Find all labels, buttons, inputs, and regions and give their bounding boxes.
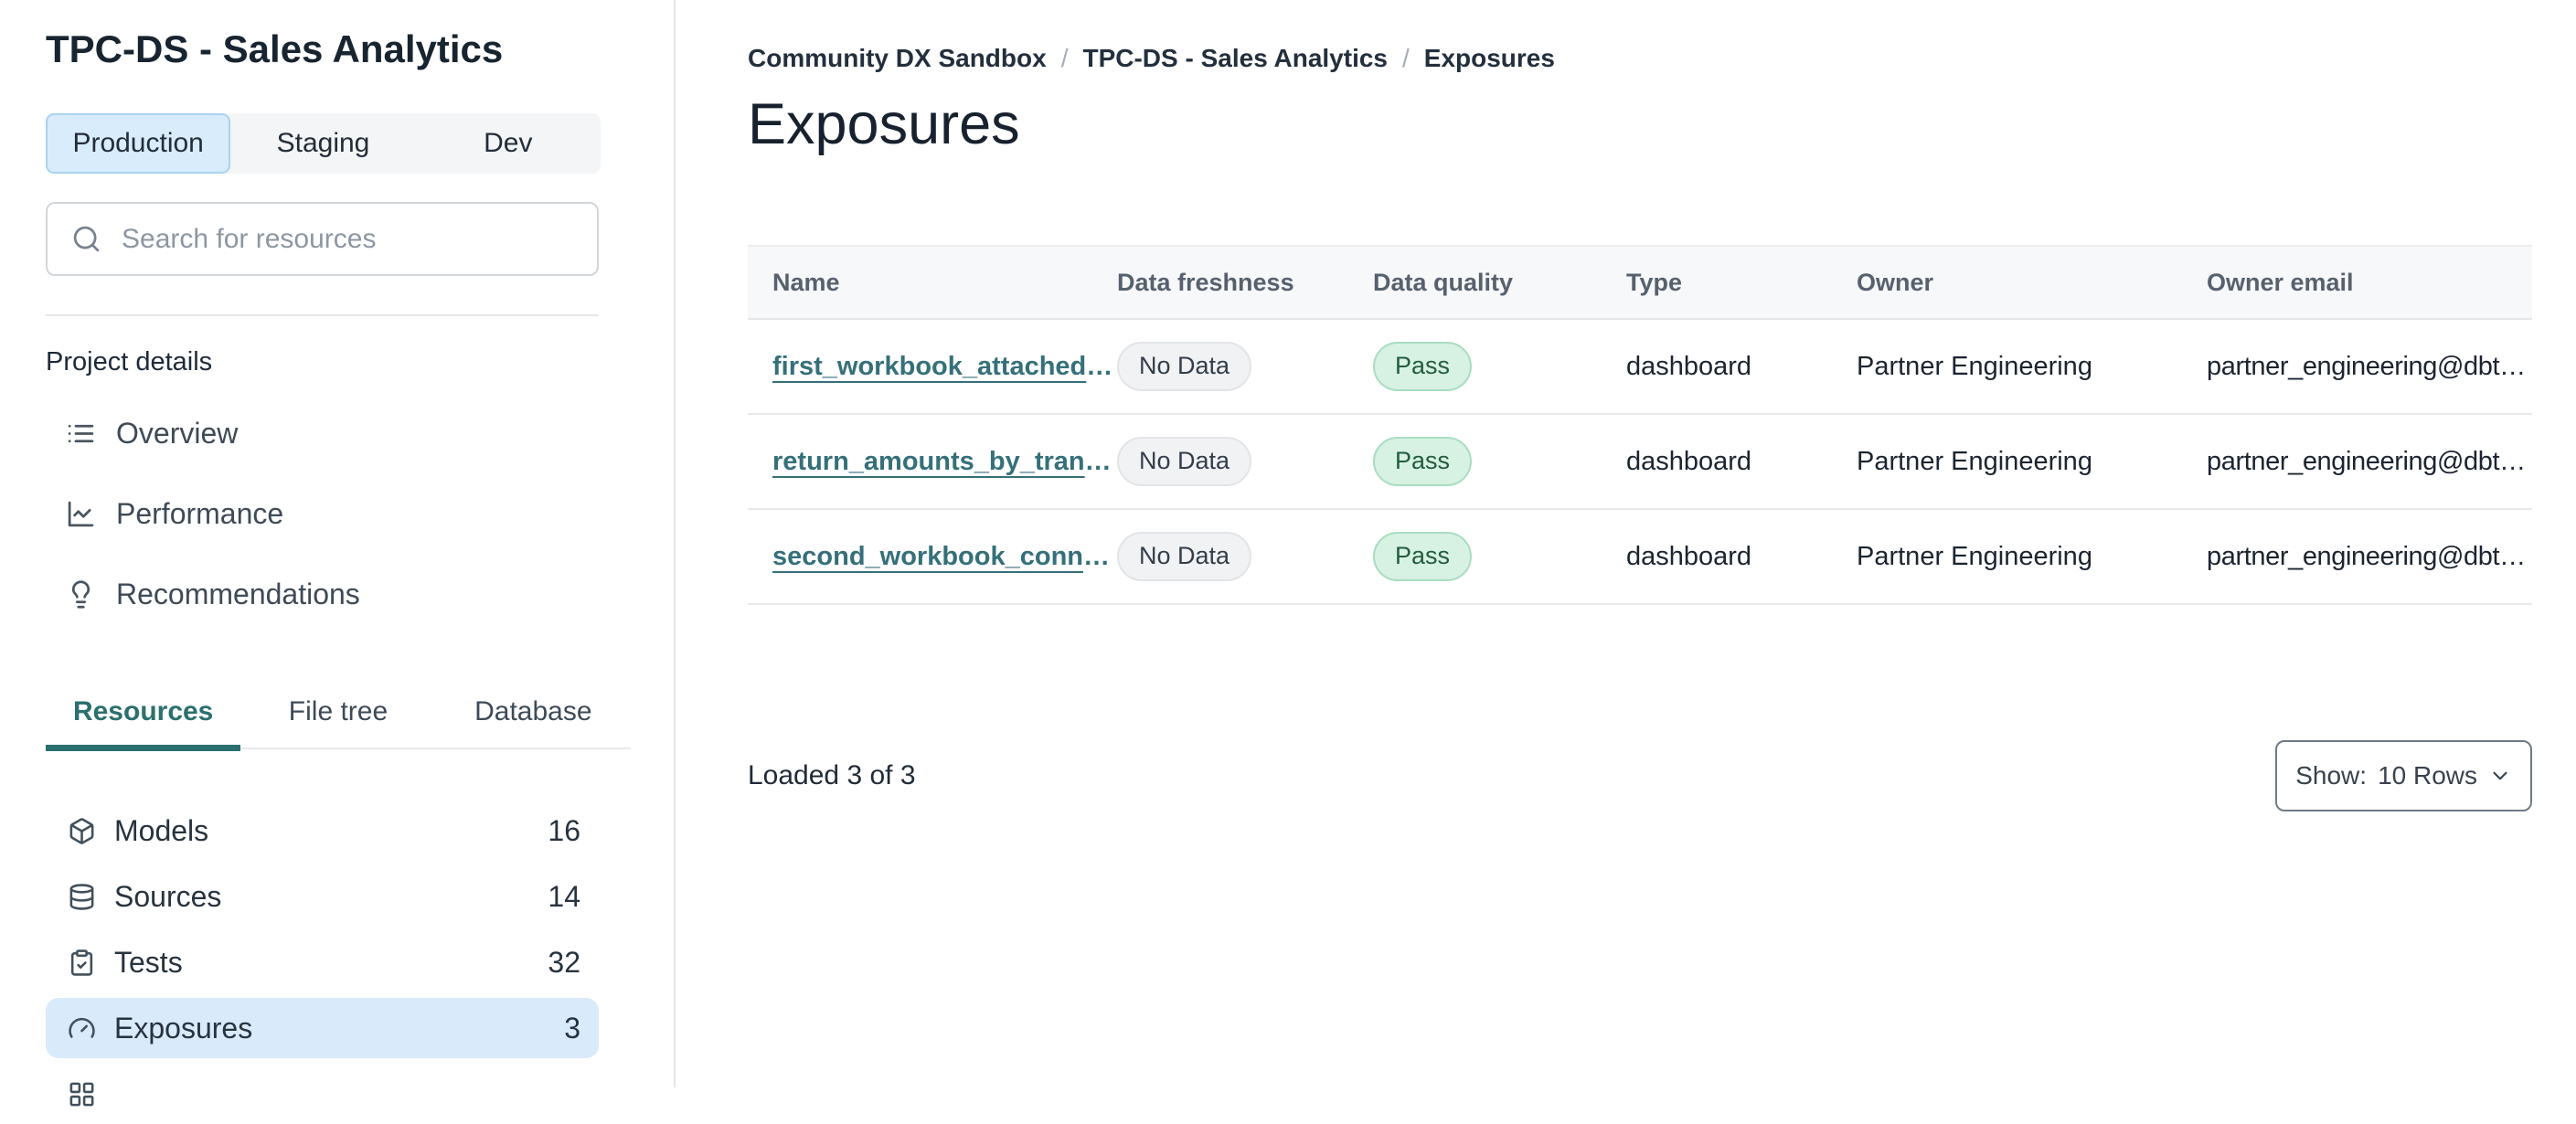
data-quality-badge: Pass xyxy=(1373,342,1473,391)
search-input[interactable] xyxy=(120,222,597,256)
table-row: second_workbook_conn… No Data Pass dashb… xyxy=(748,509,2532,605)
sidebar-item-label: Tests xyxy=(114,945,183,979)
database-icon xyxy=(69,883,94,910)
rows-per-page-select[interactable]: Show: 10 Rows xyxy=(2275,740,2532,811)
exposures-table: Name Data freshness Data quality Type Ow… xyxy=(748,245,2532,605)
breadcrumb-separator: / xyxy=(1060,44,1069,72)
sidebar-item-label: Models xyxy=(114,813,209,847)
breadcrumb-item-current: Exposures xyxy=(1423,44,1555,72)
data-freshness-badge: No Data xyxy=(1117,532,1252,581)
data-freshness-badge: No Data xyxy=(1117,342,1252,391)
column-header-type: Type xyxy=(1626,245,1857,320)
env-tab-production[interactable]: Production xyxy=(46,113,231,174)
sidebar-item-exposures[interactable]: Exposures 3 xyxy=(46,998,599,1058)
owner-email-cell: partner_engineering@dbt… xyxy=(2207,509,2532,605)
exposure-name-link[interactable]: first_workbook_attached… xyxy=(772,352,1112,381)
sidebar-item-label: Recommendations xyxy=(116,577,360,610)
loaded-status: Loaded 3 of 3 xyxy=(748,760,916,790)
environment-tabs: Production Staging Dev xyxy=(46,113,601,174)
exposure-name-link[interactable]: return_amounts_by_tran… xyxy=(772,447,1112,476)
sidebar-item-partial[interactable] xyxy=(46,1064,599,1124)
column-header-name: Name xyxy=(748,245,1117,320)
sidebar-item-recommendations[interactable]: Recommendations xyxy=(46,561,599,627)
sidebar-view-tabs: Resources File tree Database xyxy=(46,687,631,751)
sidebar-item-tests[interactable]: Tests 32 xyxy=(46,932,599,992)
gauge-icon xyxy=(69,1017,95,1038)
search-icon xyxy=(73,226,100,252)
show-label: Show: xyxy=(2295,761,2368,790)
chart-line-icon xyxy=(68,501,94,526)
page-title: Exposures xyxy=(748,92,1020,156)
column-header-owner-email: Owner email xyxy=(2207,245,2532,320)
breadcrumb: Community DX Sandbox / TPC-DS - Sales An… xyxy=(748,44,1555,73)
table-header-row: Name Data freshness Data quality Type Ow… xyxy=(748,245,2532,320)
sidebar-item-label: Overview xyxy=(116,416,239,450)
sidebar-item-label: Sources xyxy=(114,879,222,913)
table-footer: Loaded 3 of 3 Show: 10 Rows xyxy=(748,740,2532,811)
env-tab-staging[interactable]: Staging xyxy=(230,113,415,174)
exposure-name-link[interactable]: second_workbook_conn… xyxy=(772,542,1110,571)
sidebar-item-overview[interactable]: Overview xyxy=(46,400,599,466)
grid-icon xyxy=(69,1082,94,1106)
breadcrumb-item-account[interactable]: Community DX Sandbox xyxy=(748,44,1047,73)
breadcrumb-item-project[interactable]: TPC-DS - Sales Analytics xyxy=(1082,44,1388,73)
owner-cell: Partner Engineering xyxy=(1857,509,2207,605)
lightbulb-icon xyxy=(71,579,90,609)
type-cell: dashboard xyxy=(1626,319,1857,415)
search-box[interactable] xyxy=(46,202,599,276)
breadcrumb-separator: / xyxy=(1402,44,1410,72)
cube-icon xyxy=(69,817,94,844)
env-tab-dev[interactable]: Dev xyxy=(416,113,601,174)
sidebar-item-models[interactable]: Models 16 xyxy=(46,801,599,861)
sidebar-item-sources[interactable]: Sources 14 xyxy=(46,866,599,927)
clipboard-check-icon xyxy=(70,949,93,976)
list-icon xyxy=(68,424,94,442)
data-quality-badge: Pass xyxy=(1373,437,1473,486)
sources-count: 14 xyxy=(548,879,580,913)
owner-cell: Partner Engineering xyxy=(1857,414,2207,510)
show-value: 10 Rows xyxy=(2378,761,2477,790)
sidebar-divider xyxy=(46,314,599,316)
owner-email-cell: partner_engineering@dbt… xyxy=(2207,414,2532,510)
owner-email-cell: partner_engineering@dbt… xyxy=(2207,319,2532,415)
table-row: return_amounts_by_tran… No Data Pass das… xyxy=(748,414,2532,510)
models-count: 16 xyxy=(548,813,580,847)
tab-resources[interactable]: Resources xyxy=(46,687,241,751)
column-header-data-quality: Data quality xyxy=(1373,245,1626,320)
main-content: Community DX Sandbox / TPC-DS - Sales An… xyxy=(748,0,2532,1087)
tests-count: 32 xyxy=(548,945,580,979)
tab-database[interactable]: Database xyxy=(436,687,631,751)
sidebar: TPC-DS - Sales Analytics Production Stag… xyxy=(0,0,674,1106)
project-details-label: Project details xyxy=(46,347,213,376)
column-header-data-freshness: Data freshness xyxy=(1117,245,1373,320)
chevron-down-icon xyxy=(2493,771,2507,780)
type-cell: dashboard xyxy=(1626,509,1857,605)
sidebar-main-divider xyxy=(674,0,676,1087)
sidebar-item-label: Performance xyxy=(116,496,284,530)
sidebar-item-label: Exposures xyxy=(114,1011,253,1044)
type-cell: dashboard xyxy=(1626,414,1857,510)
data-quality-badge: Pass xyxy=(1373,532,1473,581)
exposures-count: 3 xyxy=(564,1011,580,1044)
table-row: first_workbook_attached… No Data Pass da… xyxy=(748,319,2532,415)
data-freshness-badge: No Data xyxy=(1117,437,1252,486)
sidebar-item-performance[interactable]: Performance xyxy=(46,481,599,546)
tab-file-tree[interactable]: File tree xyxy=(240,687,435,751)
owner-cell: Partner Engineering xyxy=(1857,319,2207,415)
project-title: TPC-DS - Sales Analytics xyxy=(46,27,504,70)
column-header-owner: Owner xyxy=(1857,245,2207,320)
